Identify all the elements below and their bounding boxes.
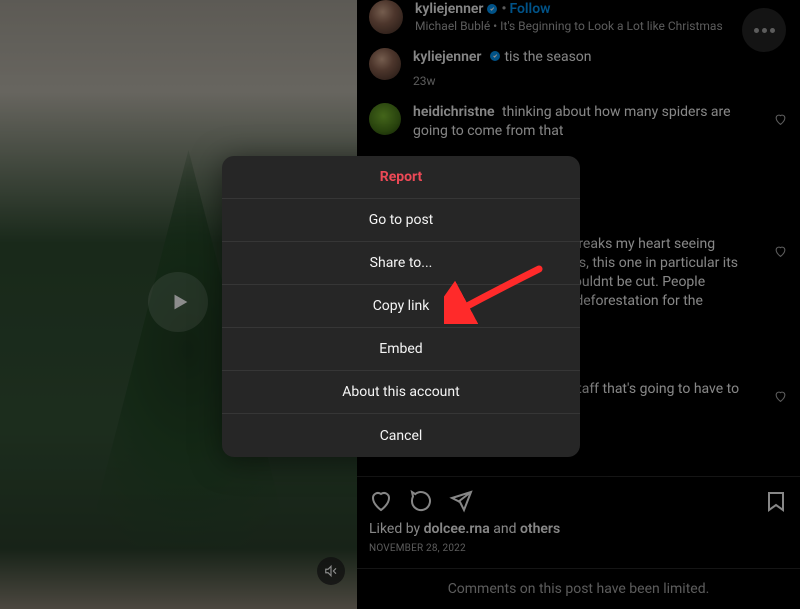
separator: • bbox=[501, 1, 506, 17]
share-icon[interactable] bbox=[449, 489, 473, 513]
audio-line[interactable]: Michael Bublé • It's Beginning to Look a… bbox=[415, 19, 792, 33]
avatar[interactable] bbox=[369, 0, 403, 34]
view-replies-toggle[interactable]: View replies (9) bbox=[413, 421, 788, 435]
comment-row: heidichristne thinking about how many sp… bbox=[369, 103, 788, 141]
verified-icon bbox=[486, 3, 498, 15]
verified-icon bbox=[489, 50, 501, 62]
comment-row: it breaks my heart seeing mas, this one … bbox=[559, 235, 788, 311]
likes-line[interactable]: Liked by dolcee.rna and others bbox=[369, 519, 788, 539]
caption-time: 23w bbox=[413, 73, 788, 89]
avatar[interactable] bbox=[369, 48, 401, 80]
username[interactable]: heidichristne bbox=[413, 104, 495, 120]
avatar[interactable] bbox=[369, 103, 401, 135]
comment-text: e staff that's going to have to bbox=[559, 381, 739, 397]
play-icon bbox=[169, 291, 191, 313]
caption-text: tis the season bbox=[504, 49, 591, 65]
heart-icon bbox=[774, 390, 787, 403]
line-icon bbox=[413, 428, 437, 429]
play-button[interactable] bbox=[148, 272, 208, 332]
bookmark-icon[interactable] bbox=[764, 489, 788, 513]
comments-list: kyliejenner tis the season 23w heidichri… bbox=[357, 44, 800, 449]
heart-icon[interactable] bbox=[369, 489, 393, 513]
follow-link[interactable]: Follow bbox=[509, 1, 550, 17]
like-comment-button[interactable] bbox=[774, 235, 788, 311]
more-options-button[interactable] bbox=[742, 8, 786, 52]
post-media[interactable] bbox=[0, 0, 357, 609]
comment-text: it breaks my heart seeing mas, this one … bbox=[559, 236, 738, 309]
action-bar: Liked by dolcee.rna and others NOVEMBER … bbox=[357, 476, 800, 568]
caption-row: kyliejenner tis the season 23w bbox=[369, 48, 788, 89]
post-info-panel: kyliejenner • Follow Michael Bublé • It'… bbox=[357, 0, 800, 609]
post-header: kyliejenner • Follow Michael Bublé • It'… bbox=[357, 0, 800, 44]
heart-icon bbox=[774, 113, 787, 126]
username[interactable]: kyliejenner bbox=[413, 49, 481, 65]
username[interactable]: kyliejenner bbox=[415, 1, 483, 17]
mute-icon bbox=[324, 564, 338, 578]
like-comment-button[interactable] bbox=[774, 380, 788, 407]
post-date: NOVEMBER 28, 2022 bbox=[369, 539, 788, 568]
comment-icon[interactable] bbox=[409, 489, 433, 513]
comments-limited-notice: Comments on this post have been limited. bbox=[357, 568, 800, 609]
mute-button[interactable] bbox=[317, 557, 345, 585]
like-comment-button[interactable] bbox=[774, 103, 788, 141]
comment-row: e staff that's going to have to bbox=[559, 380, 788, 407]
heart-icon bbox=[774, 245, 787, 258]
